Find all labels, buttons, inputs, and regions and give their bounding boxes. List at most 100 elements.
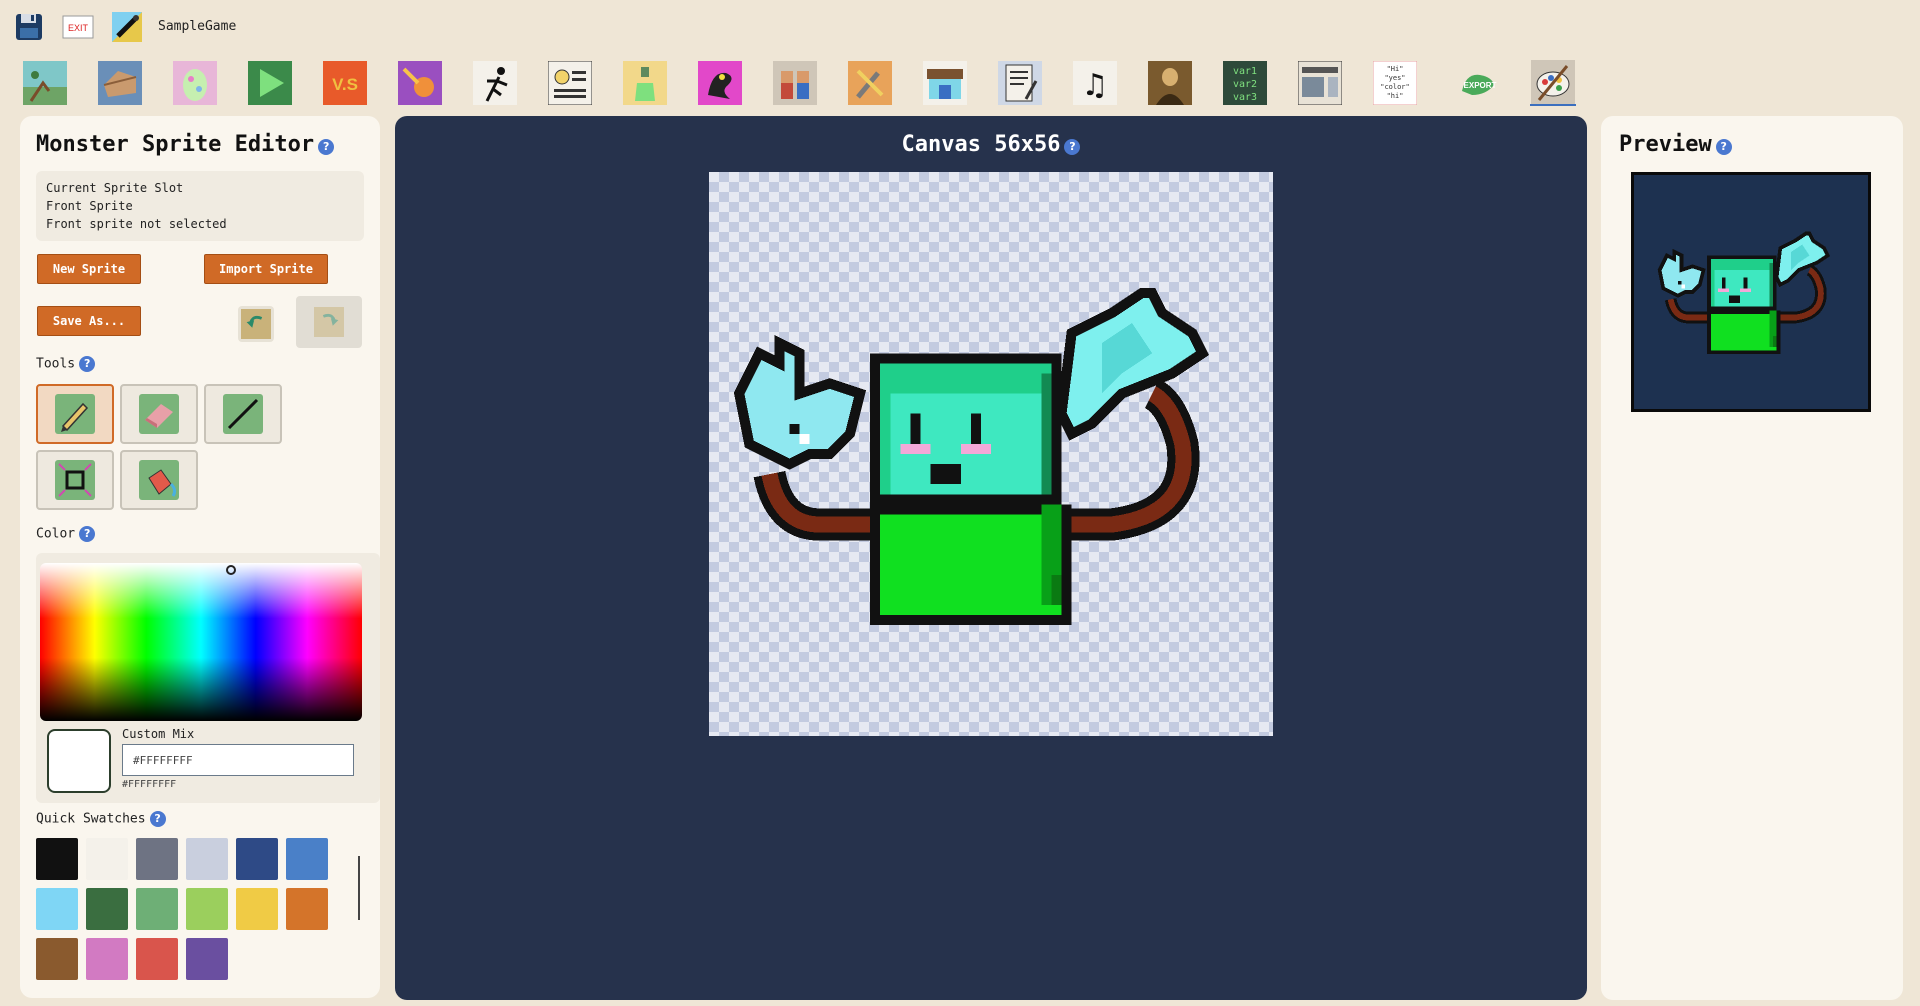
- sprite-pixel-block: [1743, 277, 1748, 289]
- monster-sprite: [733, 287, 1209, 626]
- export-tab[interactable]: EXPORT: [1455, 60, 1501, 106]
- color-swatch[interactable]: [136, 888, 178, 930]
- music-editor-tab[interactable]: ♫: [1072, 60, 1118, 106]
- line-icon: [223, 394, 263, 434]
- sprite-pixel-block: [1772, 335, 1777, 347]
- redo-button[interactable]: [296, 296, 362, 348]
- sprite-editor-panel: Monster Sprite Editor? Current Sprite Sl…: [20, 116, 380, 998]
- sprite-pixel-block: [1718, 288, 1730, 292]
- battle-editor-tab[interactable]: V.S: [322, 60, 368, 106]
- save-as-button[interactable]: Save As...: [37, 306, 141, 336]
- quick-swatches-label-wrap: Quick Swatches?: [36, 811, 166, 827]
- color-label: Color: [36, 526, 76, 542]
- exit-label: EXIT: [68, 23, 89, 33]
- items-editor-tab[interactable]: [97, 60, 143, 106]
- color-help-icon[interactable]: ?: [79, 526, 96, 542]
- preview-help-icon[interactable]: ?: [1715, 138, 1732, 155]
- pencil-tool-button[interactable]: [36, 384, 114, 444]
- trainer-card-tab[interactable]: [547, 60, 593, 106]
- color-swatch[interactable]: [186, 888, 228, 930]
- drawing-canvas[interactable]: [709, 172, 1273, 736]
- color-spectrum[interactable]: [40, 563, 362, 721]
- tools-help-icon[interactable]: ?: [79, 356, 96, 372]
- color-swatch[interactable]: [136, 938, 178, 980]
- svg-text:"Hi": "Hi": [1387, 65, 1404, 73]
- color-swatch[interactable]: [286, 838, 328, 880]
- sprite-pixel-block: [1729, 295, 1741, 303]
- swatches-scrollbar[interactable]: [358, 856, 360, 920]
- sprite-pixel-block: [900, 443, 931, 454]
- sprite-pixel-block: [1769, 262, 1773, 307]
- tools-tab[interactable]: [847, 60, 893, 106]
- sprite-editor-tab[interactable]: [1530, 60, 1576, 106]
- game-logo-icon[interactable]: [112, 12, 142, 42]
- canvas-title-wrap: Canvas 56x56?: [395, 132, 1587, 157]
- redo-icon: [314, 307, 344, 337]
- top-bar: EXIT SampleGame: [0, 0, 1920, 56]
- fill-tool-button[interactable]: [120, 450, 198, 510]
- animation-editor-tab[interactable]: [472, 60, 518, 106]
- variables-editor-tab[interactable]: var1 var2 var3: [1222, 60, 1268, 106]
- hex-color-readout: #FFFFFFFF: [122, 779, 177, 790]
- sprite-pixel-block: [910, 413, 921, 444]
- color-swatch[interactable]: [186, 838, 228, 880]
- art-gallery-tab[interactable]: [1147, 60, 1193, 106]
- save-icon[interactable]: [14, 12, 44, 42]
- svg-text:var3: var3: [1233, 92, 1257, 103]
- sprite-pixel-block: [1041, 373, 1052, 495]
- play-tab[interactable]: [247, 60, 293, 106]
- preview-title: Preview: [1619, 132, 1712, 157]
- script-editor-tab[interactable]: [997, 60, 1043, 106]
- color-swatch[interactable]: [86, 938, 128, 980]
- spectrum-handle[interactable]: [226, 565, 236, 575]
- canvas-title: Canvas 56x56: [901, 132, 1061, 157]
- eraser-tool-button[interactable]: [120, 384, 198, 444]
- color-swatch[interactable]: [186, 938, 228, 980]
- select-tool-button[interactable]: [36, 450, 114, 510]
- svg-text:var2: var2: [1233, 79, 1257, 90]
- sprite-pixel-block: [1051, 574, 1062, 606]
- new-sprite-button[interactable]: New Sprite: [37, 254, 141, 284]
- exit-icon[interactable]: EXIT: [62, 15, 94, 39]
- color-swatch[interactable]: [36, 938, 78, 980]
- sprite-pixel-block: [799, 433, 810, 444]
- potion-editor-tab[interactable]: [622, 60, 668, 106]
- slot-name: Front Sprite: [46, 199, 133, 213]
- shop-editor-tab[interactable]: [922, 60, 968, 106]
- color-swatch[interactable]: [36, 888, 78, 930]
- panel-title: Monster Sprite Editor: [36, 132, 315, 157]
- hex-color-input[interactable]: [122, 744, 354, 776]
- color-swatch[interactable]: [136, 838, 178, 880]
- eraser-icon: [139, 394, 179, 434]
- sprite-shape: [733, 335, 867, 470]
- dialogue-editor-tab[interactable]: "Hi" "yes" "color" "hi": [1372, 60, 1418, 106]
- swatches-help-icon[interactable]: ?: [149, 811, 166, 827]
- slot-heading: Current Sprite Slot: [46, 181, 184, 195]
- moves-editor-tab[interactable]: [397, 60, 443, 106]
- egg-editor-tab[interactable]: [172, 60, 218, 106]
- sprite-pixel-block: [880, 514, 1062, 616]
- select-icon: [55, 460, 95, 500]
- paint-bucket-icon: [139, 460, 179, 500]
- svg-text:"hi": "hi": [1387, 92, 1404, 100]
- color-swatch[interactable]: [286, 888, 328, 930]
- preview-title-wrap: Preview?: [1619, 132, 1732, 157]
- canvas-help-icon[interactable]: ?: [1064, 138, 1081, 155]
- color-swatch[interactable]: [236, 838, 278, 880]
- line-tool-button[interactable]: [204, 384, 282, 444]
- map-editor-tab[interactable]: [22, 60, 68, 106]
- slot-status: Front sprite not selected: [46, 217, 227, 231]
- color-swatch[interactable]: [86, 888, 128, 930]
- import-sprite-button[interactable]: Import Sprite: [204, 254, 328, 284]
- npc-editor-tab[interactable]: [772, 60, 818, 106]
- monster-editor-tab[interactable]: [697, 60, 743, 106]
- color-swatch[interactable]: [86, 838, 128, 880]
- layout-editor-tab[interactable]: [1297, 60, 1343, 106]
- sprite-pixel-block: [1721, 277, 1726, 289]
- color-swatch[interactable]: [36, 838, 78, 880]
- tools-label-wrap: Tools?: [36, 356, 96, 372]
- undo-button[interactable]: [238, 306, 274, 342]
- help-icon[interactable]: ?: [318, 138, 335, 155]
- color-label-wrap: Color?: [36, 526, 96, 542]
- color-swatch[interactable]: [236, 888, 278, 930]
